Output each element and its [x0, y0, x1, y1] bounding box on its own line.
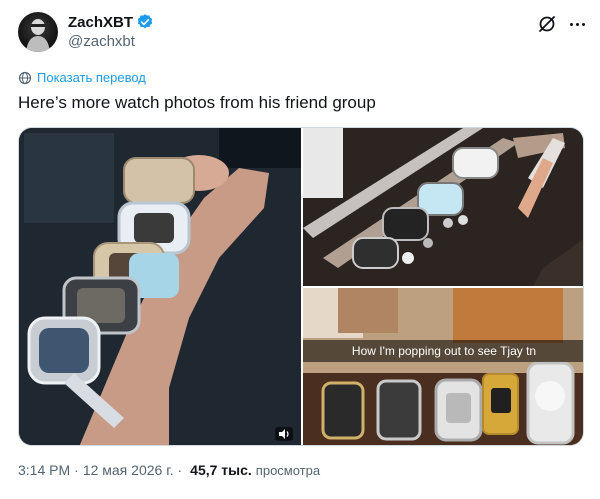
- avatar[interactable]: [18, 12, 58, 52]
- speaker-icon[interactable]: [275, 427, 293, 441]
- author-handle[interactable]: @zachxbt: [68, 33, 135, 50]
- tweet-time[interactable]: 3:14 PM: [18, 462, 70, 478]
- more-icon[interactable]: [567, 14, 587, 34]
- globe-icon: [18, 71, 32, 84]
- watch-photo-snap[interactable]: How I'm popping out to see Tjay tn: [303, 288, 583, 445]
- watch-photo-table[interactable]: [303, 128, 583, 286]
- verified-badge-icon: [137, 14, 153, 29]
- tweet-date[interactable]: 12 мая 2026 г.: [83, 462, 174, 478]
- watch-photo-wrist[interactable]: [19, 128, 301, 445]
- media-grid: How I'm popping out to see Tjay tn: [18, 127, 584, 446]
- meta-separator-2: ·: [177, 462, 183, 478]
- tweet: ZachXBT @zachxbt Показать перевод Here’s…: [0, 0, 600, 499]
- avatar-image: [26, 19, 50, 52]
- show-translation-link[interactable]: Показать перевод: [18, 70, 146, 85]
- meta-separator: ·: [74, 462, 79, 478]
- tweet-text: Here’s more watch photos from his friend…: [18, 93, 376, 112]
- tweet-meta: 3:14 PM · 12 мая 2026 г. · 45,7 тыс. про…: [18, 462, 320, 478]
- grok-icon[interactable]: [537, 14, 557, 34]
- snap-caption: How I'm popping out to see Tjay tn: [303, 340, 583, 362]
- views-label: просмотра: [255, 462, 321, 478]
- views-count: 45,7 тыс.: [190, 462, 252, 478]
- display-name[interactable]: ZachXBT: [68, 14, 133, 31]
- author-name-row: ZachXBT: [68, 13, 154, 31]
- translate-label: Показать перевод: [37, 70, 146, 85]
